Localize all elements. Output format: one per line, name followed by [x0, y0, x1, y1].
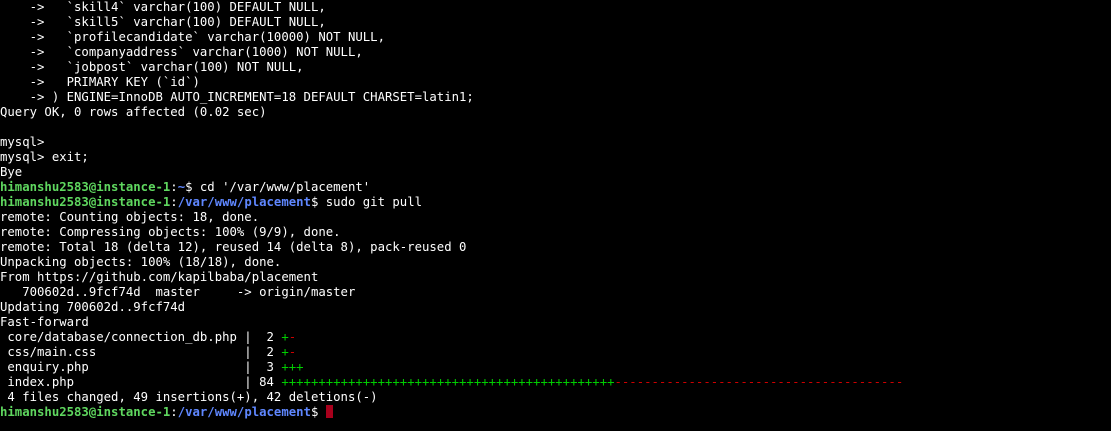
- diffstat-file: enquiry.php |: [0, 360, 260, 374]
- terminal-output-line: mysql> exit;: [0, 150, 89, 164]
- prompt-symbol: $: [185, 180, 200, 194]
- diffstat-insertions: +++: [281, 360, 304, 374]
- terminal-output-line: -> `profilecandidate` varchar(10000) NOT…: [0, 30, 385, 44]
- diffstat-line: index.php | 84 +++++++++++++++++++++++++…: [0, 375, 1111, 390]
- terminal-output-line: remote: Counting objects: 18, done.: [0, 210, 260, 224]
- diffstat-line: css/main.css | 2 +-: [0, 345, 1111, 360]
- diffstat-file: core/database/connection_db.php |: [0, 330, 260, 344]
- prompt-symbol: $: [310, 195, 326, 209]
- prompt-user-host: himanshu2583@instance-1: [0, 195, 171, 209]
- terminal-output-line: 700602d..9fcf74d master -> origin/master: [0, 285, 356, 299]
- diffstat-line: core/database/connection_db.php | 2 +-: [0, 330, 1111, 345]
- terminal-output-line: mysql>: [0, 135, 45, 149]
- prompt-separator: :: [170, 180, 178, 194]
- terminal-output-line: Bye: [0, 165, 23, 179]
- diffstat-insertions: +: [281, 345, 289, 359]
- prompt-command: cd '/var/www/placement': [199, 180, 371, 194]
- terminal-output-line: -> `skill4` varchar(100) DEFAULT NULL,: [0, 0, 326, 14]
- terminal-output-line: -> ) ENGINE=InnoDB AUTO_INCREMENT=18 DEF…: [0, 90, 474, 104]
- terminal-output-line: Updating 700602d..9fcf74d: [0, 300, 186, 314]
- prompt-separator: :: [170, 405, 178, 419]
- prompt-line: himanshu2583@instance-1:/var/www/placeme…: [0, 195, 1111, 210]
- terminal-output-line: remote: Total 18 (delta 12), reused 14 (…: [0, 240, 467, 254]
- diffstat-insertions: +: [281, 330, 289, 344]
- terminal-output-line: Fast-forward: [0, 315, 89, 329]
- terminal-output-line: -> `skill5` varchar(100) DEFAULT NULL,: [0, 15, 326, 29]
- diffstat-count: 2: [259, 330, 282, 344]
- terminal-cursor[interactable]: [325, 405, 333, 418]
- diffstat-count: 3: [259, 360, 282, 374]
- prompt-symbol: $: [310, 405, 326, 419]
- terminal-output-line: remote: Compressing objects: 100% (9/9),…: [0, 225, 341, 239]
- diffstat-count: 84: [259, 375, 282, 389]
- prompt-line: himanshu2583@instance-1:~$ cd '/var/www/…: [0, 180, 1111, 195]
- diffstat-file: index.php |: [0, 375, 260, 389]
- diffstat-line: enquiry.php | 3 +++: [0, 360, 1111, 375]
- prompt-user-host: himanshu2583@instance-1: [0, 405, 171, 419]
- terminal-output-line: -> `jobpost` varchar(100) NOT NULL,: [0, 60, 304, 74]
- diffstat-deletions: ---------------------------------------: [614, 375, 904, 389]
- terminal-output-line: -> `companyaddress` varchar(1000) NOT NU…: [0, 45, 363, 59]
- prompt-command: sudo git pull: [325, 195, 423, 209]
- diffstat-deletions: -: [288, 345, 297, 359]
- terminal-output-line: Unpacking objects: 100% (18/18), done.: [0, 255, 282, 269]
- terminal-output-line: -> PRIMARY KEY (`id`): [0, 75, 200, 89]
- diffstat-file: css/main.css |: [0, 345, 260, 359]
- terminal-output-line: From https://github.com/kapilbaba/placem…: [0, 270, 319, 284]
- diffstat-insertions: ++++++++++++++++++++++++++++++++++++++++…: [281, 375, 615, 389]
- active-prompt-line: himanshu2583@instance-1:/var/www/placeme…: [0, 405, 1111, 420]
- terminal-output-line: 4 files changed, 49 insertions(+), 42 de…: [0, 390, 378, 404]
- prompt-separator: :: [170, 195, 178, 209]
- terminal-window[interactable]: -> `skill4` varchar(100) DEFAULT NULL, -…: [0, 0, 1111, 431]
- diffstat-count: 2: [259, 345, 282, 359]
- prompt-path: /var/www/placement: [177, 405, 311, 419]
- terminal-output-line: Query OK, 0 rows affected (0.02 sec): [0, 105, 267, 119]
- prompt-path: ~: [177, 180, 186, 194]
- prompt-user-host: himanshu2583@instance-1: [0, 180, 171, 194]
- prompt-path: /var/www/placement: [177, 195, 311, 209]
- diffstat-deletions: -: [288, 330, 297, 344]
